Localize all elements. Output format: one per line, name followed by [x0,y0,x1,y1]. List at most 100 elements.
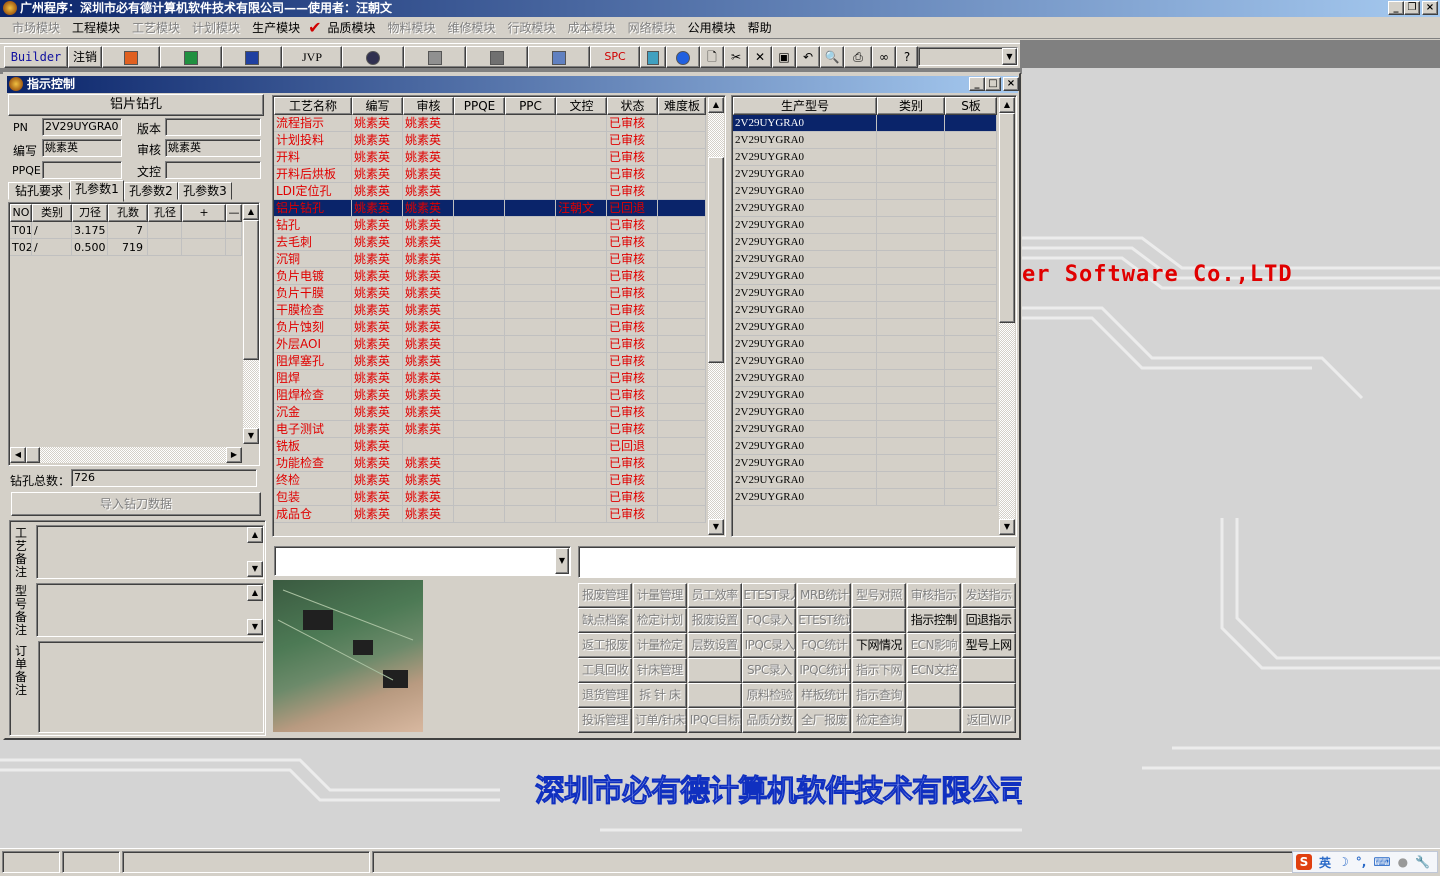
ime-mode-toggle[interactable]: 英 [1319,854,1331,871]
table-row[interactable]: 功能检查 姚素英 姚素英 已审核 [274,455,706,472]
table-row[interactable]: 2V29UYGRA0 [733,166,997,183]
table-row[interactable]: 沉金 姚素英 姚素英 已审核 [274,404,706,421]
table-row[interactable]: 2V29UYGRA0 [733,489,997,506]
powerpoint-button[interactable] [102,46,160,68]
table-row[interactable]: 钻孔 姚素英 姚素英 已审核 [274,217,706,234]
keyboard-icon[interactable]: ⌨ [1373,855,1390,869]
function-button[interactable]: 型号对照 [852,583,906,608]
scroll-up-icon[interactable]: ▲ [999,97,1015,113]
scroll-down-icon[interactable]: ▼ [708,519,724,535]
table-row[interactable]: 2V29UYGRA0 [733,285,997,302]
function-button[interactable]: MRB统计 [797,583,852,608]
function-button[interactable]: FQC统计 [797,633,852,658]
table-row[interactable]: 2V29UYGRA0 [733,217,997,234]
menu-7[interactable]: 维修模块 [442,19,502,36]
table-row[interactable]: 2V29UYGRA0 [733,472,997,489]
table-row[interactable]: 2V29UYGRA0 [733,268,997,285]
function-button[interactable]: IPQC录入 [742,633,797,658]
table-row[interactable]: 计划投料 姚素英 姚素英 已审核 [274,132,706,149]
close-button[interactable]: × [1422,1,1438,15]
spc-button[interactable]: SPC [590,46,640,68]
table-row[interactable]: 2V29UYGRA0 [733,319,997,336]
function-button[interactable]: 缺点档案 [578,608,632,633]
function-button[interactable]: 计量检定 [632,633,687,658]
table-row[interactable]: 流程指示 姚素英 姚素英 已审核 [274,115,706,132]
menu-0[interactable]: 市场模块 [6,19,66,36]
eye-button[interactable] [342,46,404,68]
model-col-header[interactable]: 类别 [877,97,945,115]
doc-control-field[interactable] [165,161,261,179]
drill-col-header[interactable]: 孔数 [108,204,148,222]
toolbar-combo[interactable]: ▼ [918,47,1018,66]
function-button[interactable]: IPQC目标 [687,708,742,733]
empty-button[interactable] [852,608,906,633]
vertical-scrollbar[interactable]: ▲ ▼ [243,204,259,444]
function-button[interactable]: 原料检验 [742,683,797,708]
drill-col-header[interactable]: 刀径 [72,204,108,222]
drill-col-header[interactable]: 类别 [32,204,72,222]
scroll-thumb[interactable] [999,113,1015,323]
table-row[interactable]: 外层AOI 姚素英 姚素英 已审核 [274,336,706,353]
function-button[interactable]: 样板统计 [797,683,852,708]
function-button[interactable]: 指示下网 [852,658,906,683]
menu-9[interactable]: 成本模块 [562,19,622,36]
menu-3[interactable]: 计划模块 [186,19,246,36]
function-button[interactable]: 回退指示 [961,608,1016,633]
save-button[interactable]: ▣ [772,46,796,68]
table-row[interactable]: 负片电镀 姚素英 姚素英 已审核 [274,268,706,285]
scroll-up-icon[interactable]: ▲ [247,527,263,543]
function-button[interactable]: 品质分数 [742,708,797,733]
table-row[interactable]: 2V29UYGRA0 [733,251,997,268]
function-button[interactable]: 检定计划 [632,608,687,633]
close-button[interactable]: × [1003,77,1019,91]
table-row[interactable]: 沉铜 姚素英 姚素英 已审核 [274,251,706,268]
tab-param-1[interactable]: 孔参数1 [70,180,124,202]
table-row[interactable]: 干膜检查 姚素英 姚素英 已审核 [274,302,706,319]
scroll-thumb[interactable] [708,157,724,363]
function-button[interactable]: 层数设置 [687,633,742,658]
chevron-down-icon[interactable]: ▼ [1002,48,1017,65]
horizontal-scrollbar[interactable]: ◀ ▶ [10,447,242,463]
function-button[interactable]: 型号上网 [961,633,1016,658]
scroll-right-icon[interactable]: ▶ [226,447,242,463]
model-col-header[interactable]: 生产型号 [733,97,877,115]
table-row[interactable]: 2V29UYGRA0 [733,234,997,251]
table-row[interactable]: LDI定位孔 姚素英 姚素英 已审核 [274,183,706,200]
table-row[interactable]: 2V29UYGRA0 [733,421,997,438]
help-button[interactable]: ? [896,46,918,68]
vertical-scrollbar[interactable]: ▲ ▼ [708,97,724,535]
import-drill-data-button[interactable]: 导入钻刀数据 [11,492,261,516]
scroll-up-icon[interactable]: ▲ [247,585,263,601]
model-col-header[interactable]: S板 [945,97,997,115]
table-row[interactable]: 终检 姚素英 姚素英 已审核 [274,472,706,489]
table-row[interactable]: 开料后烘板 姚素英 姚素英 已审核 [274,166,706,183]
scroll-down-icon[interactable]: ▼ [247,561,263,577]
user-icon[interactable]: ● [1398,855,1408,869]
empty-button[interactable] [687,683,742,708]
function-button[interactable]: 指示查询 [852,683,906,708]
function-button[interactable]: 审核指示 [906,583,961,608]
function-button[interactable]: 返回WIP [961,708,1016,733]
scroll-thumb[interactable] [243,220,259,360]
scroll-thumb[interactable] [26,447,40,463]
empty-button[interactable] [687,658,742,683]
process-col-header[interactable]: 状态 [607,97,658,115]
scroll-left-icon[interactable]: ◀ [10,447,26,463]
table-row[interactable]: 2V29UYGRA0 [733,438,997,455]
print-button[interactable]: ⎙ [844,46,872,68]
writer-field[interactable]: 姚素英 [42,139,122,157]
function-button[interactable]: 计量管理 [632,583,687,608]
menu-10[interactable]: 网络模块 [622,19,682,36]
table-row[interactable]: 开料 姚素英 姚素英 已审核 [274,149,706,166]
logout-button[interactable]: 注销 [68,46,102,68]
menu-8[interactable]: 行政模块 [502,19,562,36]
computer-button[interactable] [528,46,590,68]
function-button[interactable]: ETEST录入 [742,583,797,608]
process-col-header[interactable]: 工艺名称 [274,97,352,115]
table-row[interactable]: 去毛刺 姚素英 姚素英 已审核 [274,234,706,251]
function-button[interactable]: 全厂报废 [797,708,852,733]
minimize-button[interactable]: _ [969,77,985,91]
sync-button[interactable] [640,46,666,68]
pn-field[interactable]: 2V29UYGRA0 [42,118,122,136]
preview-button[interactable]: 🔍 [820,46,844,68]
